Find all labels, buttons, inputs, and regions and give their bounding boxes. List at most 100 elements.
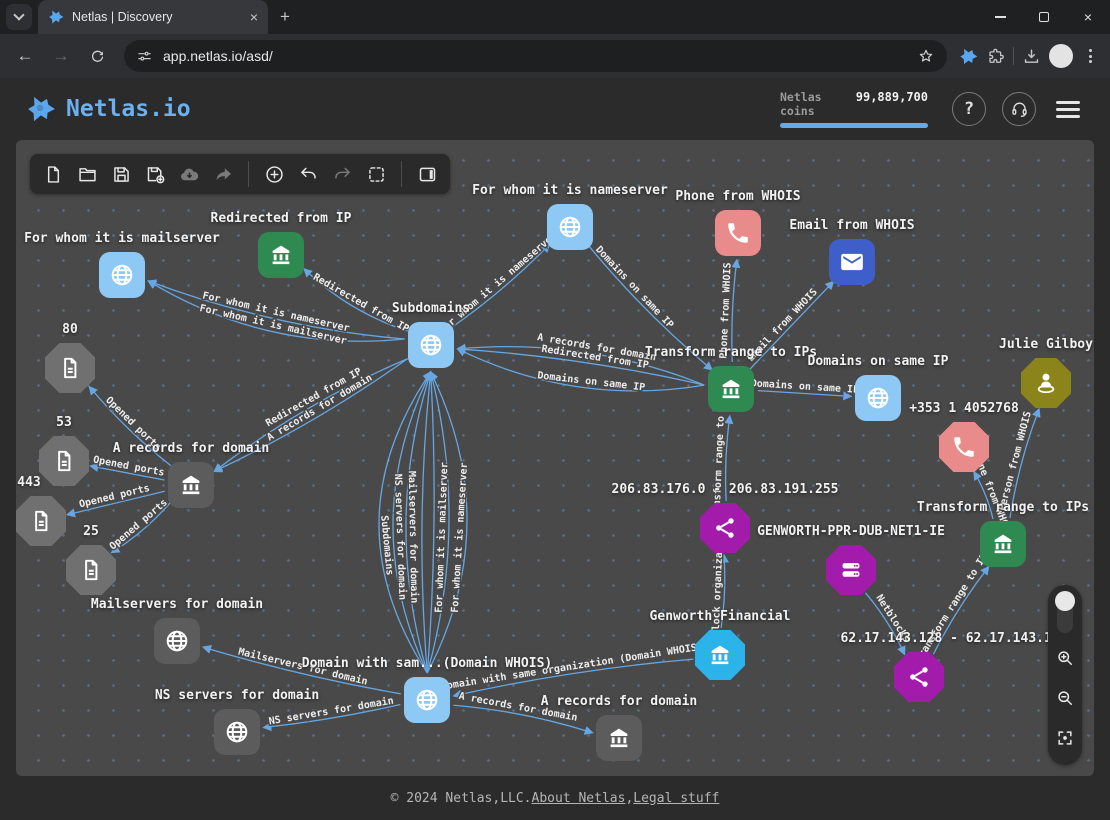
- graph-node-domain-same[interactable]: [404, 677, 450, 723]
- graph-node-netblock-206[interactable]: [700, 503, 750, 553]
- maximize-button[interactable]: [1022, 0, 1066, 34]
- netlas-extension-icon[interactable]: [959, 47, 978, 66]
- new-file-button[interactable]: [38, 159, 68, 189]
- document-icon: [51, 448, 77, 474]
- graph-node-label: 53: [16, 415, 224, 430]
- open-folder-button[interactable]: [72, 159, 102, 189]
- document-icon: [57, 355, 83, 381]
- graph-node-email-whois[interactable]: [829, 239, 875, 285]
- graph-canvas[interactable]: For whom it is nameserverFor whom it is …: [16, 140, 1094, 776]
- save-button[interactable]: [106, 159, 136, 189]
- open-folder-icon: [77, 164, 98, 185]
- save-as-button[interactable]: [140, 159, 170, 189]
- graph-node-mailservers[interactable]: [154, 618, 200, 664]
- save-icon: [111, 164, 132, 185]
- graph-node-label: Julie Gilboy: [886, 337, 1094, 352]
- new-tab-button[interactable]: +: [280, 7, 290, 27]
- graph-node-a-records-1[interactable]: [168, 462, 214, 508]
- globe-icon: [224, 719, 250, 745]
- graph-node-mailserver-for[interactable]: [99, 252, 145, 298]
- graph-nodes-layer: For whom it is mailserver Redirected from…: [16, 140, 1094, 776]
- toolbar-divider: [1013, 47, 1014, 65]
- bank-icon: [268, 242, 294, 268]
- netlas-logo[interactable]: Netlas.io: [26, 94, 191, 124]
- app-menu-button[interactable]: [1052, 97, 1084, 122]
- url-text[interactable]: app.netlas.io/asd/: [163, 48, 907, 64]
- forward-button[interactable]: →: [46, 41, 76, 71]
- bank-icon: [606, 725, 632, 751]
- site-settings-icon: [136, 48, 153, 65]
- zoom-in-button[interactable]: [1055, 648, 1075, 673]
- tab-search-button[interactable]: [6, 4, 32, 30]
- canvas-toolbar: [30, 154, 450, 194]
- bank-icon: [718, 376, 744, 402]
- bank-icon: [178, 472, 204, 498]
- extensions-puzzle-icon[interactable]: [986, 47, 1005, 66]
- graph-node-subdomains[interactable]: [408, 322, 454, 368]
- zoom-slider[interactable]: [1057, 593, 1073, 633]
- chevron-down-icon: [13, 9, 24, 20]
- zoom-out-button[interactable]: [1055, 688, 1075, 713]
- graph-node-ns-servers[interactable]: [214, 709, 260, 755]
- share-button[interactable]: [208, 159, 238, 189]
- graph-node-domains-same-ip[interactable]: [855, 375, 901, 421]
- legal-link[interactable]: Legal stuff: [633, 791, 719, 806]
- browser-tab[interactable]: Netlas | Discovery ×: [38, 0, 268, 34]
- graph-node-port-443[interactable]: [16, 496, 66, 546]
- panel-toggle-button[interactable]: [412, 159, 442, 189]
- graph-node-port-25[interactable]: [66, 545, 116, 595]
- graph-node-port-53[interactable]: [39, 436, 89, 486]
- graph-node-genworth-fin[interactable]: [695, 630, 745, 680]
- phone-icon: [951, 434, 977, 460]
- help-button[interactable]: ?: [952, 92, 986, 126]
- tab-close-button[interactable]: ×: [250, 9, 258, 25]
- maximize-icon: [1039, 12, 1049, 22]
- downloads-icon[interactable]: [1022, 47, 1041, 66]
- cloud-download-button[interactable]: [174, 159, 204, 189]
- graph-node-label: Subdomains: [271, 301, 591, 316]
- support-button[interactable]: [1002, 92, 1036, 126]
- graph-node-genworth-net[interactable]: [826, 545, 876, 595]
- browser-toolbar: ← → app.netlas.io/asd/: [0, 34, 1110, 78]
- person-icon: [1033, 370, 1059, 396]
- graph-node-port-80[interactable]: [45, 343, 95, 393]
- undo-button[interactable]: [293, 159, 323, 189]
- graph-node-netblock-62[interactable]: [894, 652, 944, 702]
- browser-menu-button[interactable]: [1081, 49, 1100, 63]
- graph-node-redirected-from-ip[interactable]: [258, 232, 304, 278]
- minimize-button[interactable]: [978, 0, 1022, 34]
- zoom-slider-knob[interactable]: [1055, 591, 1075, 611]
- toolbar-separator: [248, 161, 249, 187]
- globe-icon: [164, 628, 190, 654]
- graph-node-label: 443: [16, 475, 189, 490]
- address-bar[interactable]: app.netlas.io/asd/: [124, 40, 947, 72]
- about-link[interactable]: About Netlas: [532, 791, 626, 806]
- bookmark-star-icon[interactable]: [917, 47, 935, 65]
- graph-node-a-records-2[interactable]: [596, 715, 642, 761]
- graph-node-label: A records for domain: [459, 694, 779, 709]
- marquee-select-button[interactable]: [361, 159, 391, 189]
- coins-label: Netlas coins: [780, 90, 856, 118]
- close-button[interactable]: ×: [1066, 0, 1110, 34]
- graph-node-phone-number[interactable]: [939, 422, 989, 472]
- zoom-panel: [1048, 585, 1082, 765]
- graph-node-label: Domain with sam...(Domain WHOIS): [267, 656, 587, 671]
- profile-avatar[interactable]: [1049, 44, 1073, 68]
- new-file-icon: [43, 164, 64, 185]
- zoom-out-icon: [1055, 688, 1075, 708]
- graph-node-label: For whom it is mailserver: [16, 231, 282, 246]
- add-node-button[interactable]: [259, 159, 289, 189]
- graph-node-transform-range-2[interactable]: [980, 521, 1026, 567]
- back-button[interactable]: ←: [10, 41, 40, 71]
- graph-node-transform-range-1[interactable]: [708, 366, 754, 412]
- fit-screen-button[interactable]: [1055, 728, 1075, 753]
- graph-node-nameserver-for[interactable]: [547, 204, 593, 250]
- graph-node-label: Redirected from IP: [121, 211, 441, 226]
- reload-icon: [89, 48, 106, 65]
- reload-button[interactable]: [82, 41, 112, 71]
- redo-button[interactable]: [327, 159, 357, 189]
- graph-node-phone-whois[interactable]: [715, 210, 761, 256]
- minimize-icon: [995, 16, 1006, 18]
- graph-node-julie[interactable]: [1021, 358, 1071, 408]
- graph-node-label: 206.83.176.0 - 206.83.191.255: [565, 482, 885, 497]
